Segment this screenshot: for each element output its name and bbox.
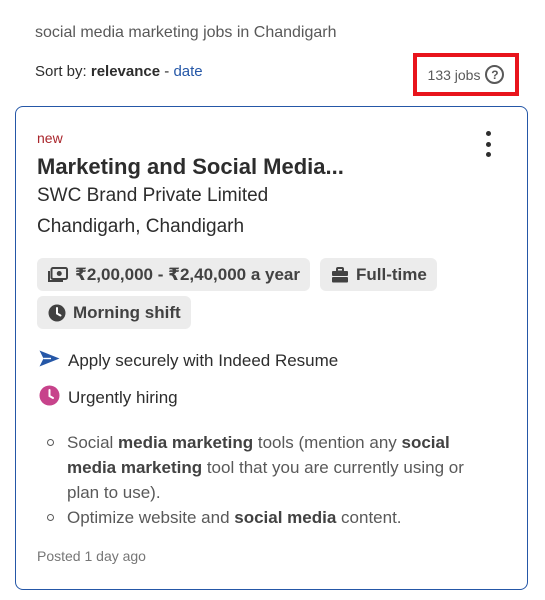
posted-date: Posted 1 day ago xyxy=(37,548,146,564)
apply-securely-text: Apply securely with Indeed Resume xyxy=(68,351,339,370)
sort-by-date-link[interactable]: date xyxy=(173,63,202,80)
job-count: 133 jobs xyxy=(427,66,481,83)
send-arrow-icon xyxy=(39,350,60,372)
apply-securely-feature: Apply securely with Indeed Resume xyxy=(39,350,338,372)
job-snippet: Social media marketing tools (mention an… xyxy=(42,430,492,530)
urgently-hiring-text: Urgently hiring xyxy=(68,388,178,407)
snippet-text: Optimize website and social media conten… xyxy=(67,508,402,527)
urgent-clock-icon xyxy=(39,385,60,411)
money-icon xyxy=(48,266,68,283)
salary-text: ₹2,00,000 - ₹2,40,000 a year xyxy=(75,264,300,284)
company-name: SWC Brand Private Limited xyxy=(37,185,269,206)
shift-text: Morning shift xyxy=(73,302,181,322)
bullet-icon xyxy=(47,439,54,446)
job-type-tag: Full-time xyxy=(320,258,437,291)
snippet-item: Social media marketing tools (mention an… xyxy=(42,430,492,505)
job-count-highlight: 133 jobs ? xyxy=(413,53,519,96)
sort-relevance: relevance xyxy=(90,63,161,80)
urgently-hiring-feature: Urgently hiring xyxy=(39,385,178,411)
sort-row: Sort by: relevance - date xyxy=(35,63,203,80)
job-title-link[interactable]: Marketing and Social Media... xyxy=(37,154,344,180)
briefcase-icon xyxy=(331,266,349,283)
more-vertical-icon[interactable] xyxy=(482,131,494,157)
job-type-text: Full-time xyxy=(356,264,427,284)
help-icon[interactable]: ? xyxy=(485,65,505,84)
new-badge: new xyxy=(37,130,63,146)
sort-separator: - xyxy=(164,63,170,80)
snippet-text: Social media marketing tools (mention an… xyxy=(67,433,464,502)
search-query-heading: social media marketing jobs in Chandigar… xyxy=(35,24,337,41)
salary-tag: ₹2,00,000 - ₹2,40,000 a year xyxy=(37,258,310,291)
shift-tag: Morning shift xyxy=(37,296,191,329)
bullet-icon xyxy=(47,514,54,521)
job-location: Chandigarh, Chandigarh xyxy=(37,216,245,237)
sort-prefix: Sort by: xyxy=(35,63,87,80)
job-card[interactable]: new Marketing and Social Media... SWC Br… xyxy=(15,106,528,590)
snippet-item: Optimize website and social media conten… xyxy=(42,505,492,530)
clock-icon xyxy=(48,304,66,322)
